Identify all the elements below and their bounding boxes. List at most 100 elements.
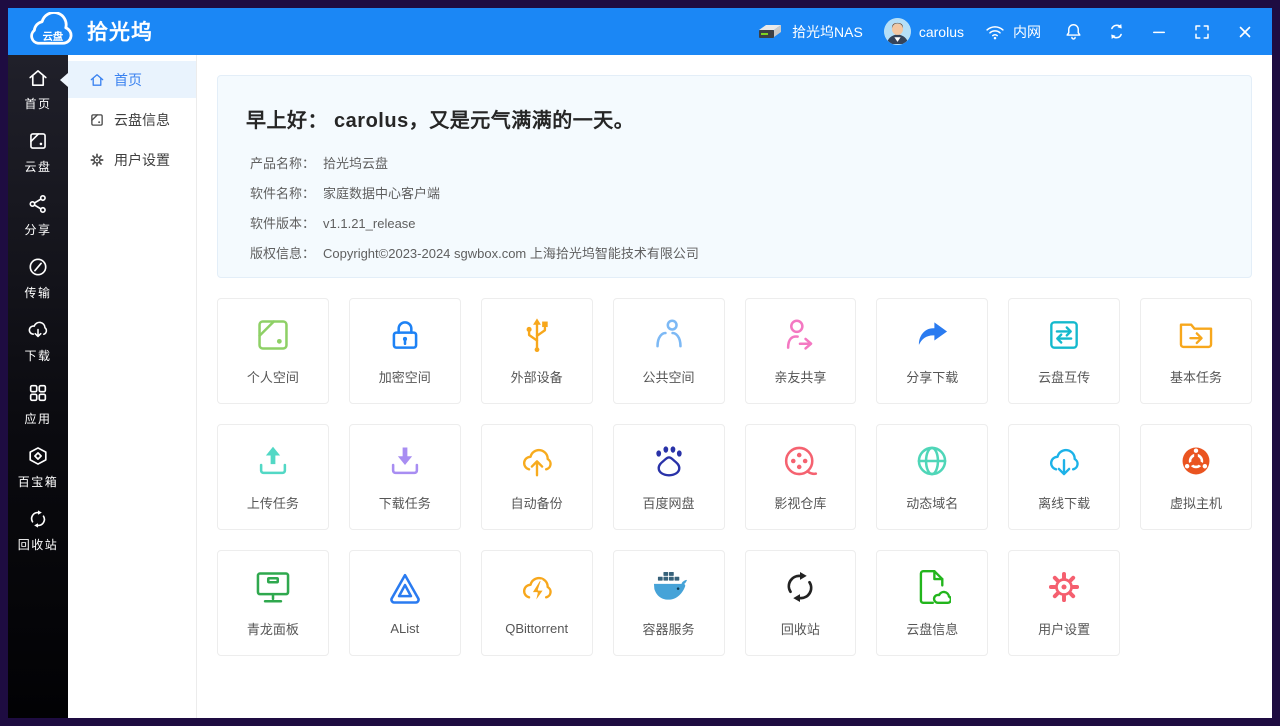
tile-share-download[interactable]: 分享下载	[876, 298, 989, 404]
globe-icon	[917, 446, 947, 476]
tile-public-space[interactable]: 公共空间	[612, 298, 725, 404]
minimize-icon	[1153, 31, 1165, 33]
recycle-icon	[787, 571, 813, 603]
secondary-sidebar: 首页 云盘信息 用户设置	[68, 55, 197, 718]
doc-cloud-icon	[920, 569, 952, 605]
tile-qbittorrent[interactable]: QBittorrent	[480, 550, 593, 656]
settings-icon	[90, 153, 104, 166]
notifications-button[interactable]	[1062, 21, 1084, 43]
greeting-title: 早上好： carolus，又是元气满满的一天。	[246, 110, 635, 132]
tile-ddns[interactable]: 动态域名	[876, 424, 989, 530]
nas-device-icon	[759, 25, 782, 38]
tile-external-device[interactable]: 外部设备	[480, 298, 593, 404]
user-menu[interactable]: carolus	[883, 18, 964, 45]
submenu-item-disk-info[interactable]: 云盘信息	[68, 101, 196, 138]
share-icon	[29, 195, 46, 213]
cloud-download-icon	[28, 321, 48, 338]
tile-user-settings[interactable]: 用户设置	[1008, 550, 1121, 656]
submenu-item-home[interactable]: 首页	[68, 61, 196, 98]
tile-virtual-host[interactable]: 虚拟主机	[1140, 424, 1252, 530]
app-tile-grid: 个人空间 加密空间 外部设备 公共空间 亲友共享 分享下载 云盘互传 基本任务 …	[217, 298, 1252, 656]
username: carolus	[918, 23, 964, 40]
maximize-icon	[1195, 24, 1209, 39]
home-icon	[29, 70, 47, 86]
software-name-row: 软件名称： 家庭数据中心客户端	[250, 186, 441, 201]
ubuntu-icon	[1182, 447, 1210, 475]
network-label: 内网	[1013, 23, 1041, 40]
tile-qinglong-panel[interactable]: 青龙面板	[217, 550, 329, 656]
tile-baidu-netdisk[interactable]: 百度网盘	[612, 424, 725, 530]
sidebar-item-download[interactable]: 下载	[8, 319, 68, 382]
tile-personal-space[interactable]: 个人空间	[217, 298, 329, 404]
tile-cloud-transfer[interactable]: 云盘互传	[1008, 298, 1121, 404]
public-space-icon	[655, 319, 682, 348]
disk-info-icon	[91, 113, 103, 126]
maximize-button[interactable]	[1191, 21, 1213, 43]
disk-icon	[30, 133, 46, 149]
friend-share-icon	[787, 319, 813, 350]
avatar	[883, 18, 911, 45]
cloud-backup-icon	[522, 448, 552, 479]
monitor-icon	[256, 572, 290, 603]
close-button[interactable]	[1234, 21, 1256, 43]
wifi-icon	[986, 25, 1004, 39]
qbittorrent-icon	[522, 576, 552, 605]
apps-icon	[29, 384, 47, 402]
lock-icon	[392, 321, 418, 349]
cloud-logo-icon: 云盘	[30, 11, 73, 45]
tile-encrypted-space[interactable]: 加密空间	[348, 298, 461, 404]
cloud-transfer-icon	[1050, 321, 1079, 349]
tile-disk-info[interactable]: 云盘信息	[876, 550, 989, 656]
sidebar-item-apps[interactable]: 应用	[8, 382, 68, 445]
sidebar-item-toolbox[interactable]: 百宝箱	[8, 445, 68, 508]
task-folder-icon	[1179, 323, 1213, 349]
primary-sidebar: 首页 云盘 分享 传输 下载 应用 百宝箱 回收站	[8, 55, 68, 718]
tile-container-service[interactable]: 容器服务	[612, 550, 725, 656]
tile-offline-download[interactable]: 离线下载	[1008, 424, 1121, 530]
network-status[interactable]: 内网	[985, 22, 1041, 42]
sidebar-item-transfer[interactable]: 传输	[8, 256, 68, 319]
alist-icon	[390, 573, 420, 604]
submenu-item-user-settings[interactable]: 用户设置	[68, 141, 196, 178]
docker-icon	[653, 571, 687, 600]
app-window: 云盘 拾光坞 拾光坞NAS carolus 内网 首页 云盘 分享 传输 下载 …	[8, 8, 1272, 718]
tile-upload-task[interactable]: 上传任务	[217, 424, 329, 530]
close-icon	[1239, 26, 1251, 37]
transfer-icon	[29, 258, 47, 276]
app-logo: 云盘 拾光坞	[22, 11, 153, 52]
tile-recycle-bin[interactable]: 回收站	[744, 550, 857, 656]
gear-icon	[1049, 571, 1080, 603]
tile-auto-backup[interactable]: 自动备份	[480, 424, 593, 530]
share-download-icon	[919, 322, 948, 345]
baidu-paw-icon	[655, 446, 682, 477]
sidebar-item-recycle[interactable]: 回收站	[8, 508, 68, 571]
sidebar-item-share[interactable]: 分享	[8, 193, 68, 256]
tile-basic-task[interactable]: 基本任务	[1140, 298, 1252, 404]
copyright-row: 版权信息： Copyright©2023-2024 sgwbox.com 上海拾光…	[250, 246, 699, 261]
bell-icon	[1065, 24, 1081, 40]
refresh-icon	[1110, 24, 1122, 39]
tile-media-library[interactable]: 影视仓库	[744, 424, 857, 530]
nas-label: 拾光坞NAS	[792, 23, 863, 40]
usb-icon	[526, 318, 548, 353]
minimize-button[interactable]	[1148, 21, 1170, 43]
sidebar-item-home[interactable]: 首页	[8, 67, 68, 130]
refresh-button[interactable]	[1105, 21, 1127, 43]
brand-name: 拾光坞	[87, 20, 153, 44]
upload-icon	[259, 446, 287, 475]
sidebar-item-disk[interactable]: 云盘	[8, 130, 68, 193]
home-icon	[90, 73, 104, 86]
tile-alist[interactable]: AList	[348, 550, 461, 656]
toolbox-icon	[29, 447, 47, 465]
recycle-icon	[30, 510, 46, 528]
main-content: 早上好： carolus，又是元气满满的一天。 产品名称： 拾光坞云盘 软件名称：…	[197, 55, 1272, 718]
software-version-row: 软件版本： v1.1.21_release	[250, 216, 416, 231]
personal-space-icon	[258, 320, 288, 350]
film-reel-icon	[785, 446, 818, 476]
tile-friend-share[interactable]: 亲友共享	[744, 298, 857, 404]
logo-product-text: 云盘	[43, 29, 64, 42]
download-icon	[391, 447, 418, 475]
tile-download-task[interactable]: 下载任务	[348, 424, 461, 530]
nas-selector[interactable]: 拾光坞NAS	[756, 22, 863, 42]
greeting-card: 早上好： carolus，又是元气满满的一天。 产品名称： 拾光坞云盘 软件名称：…	[217, 75, 1252, 278]
